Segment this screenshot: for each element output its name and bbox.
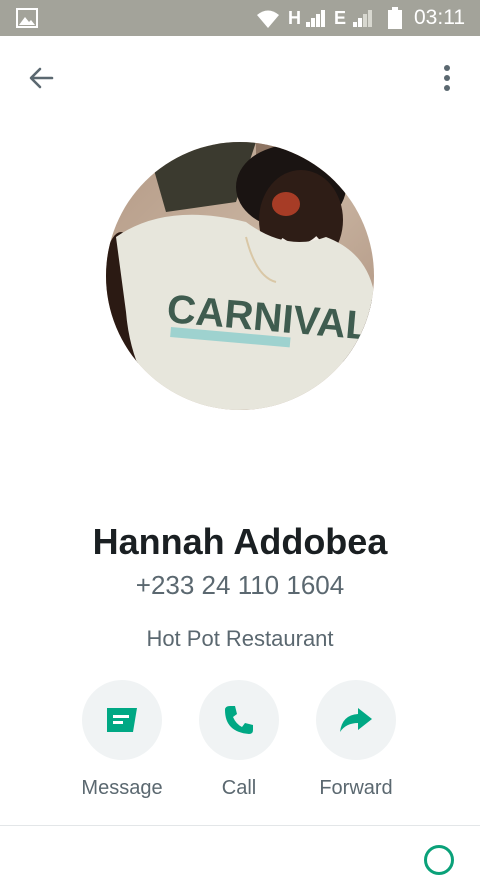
signal-icon bbox=[353, 10, 372, 27]
message-button-circle[interactable] bbox=[82, 680, 162, 760]
network-type-2: E bbox=[334, 8, 347, 28]
contact-name: Hannah Addobea bbox=[92, 521, 388, 562]
forward-label: Forward bbox=[319, 777, 393, 799]
wifi-icon bbox=[257, 10, 279, 28]
battery-icon bbox=[388, 7, 402, 29]
forward-button-circle[interactable] bbox=[316, 680, 396, 760]
message-button[interactable]: Message bbox=[62, 680, 182, 804]
call-button-circle[interactable] bbox=[199, 680, 279, 760]
message-label: Message bbox=[81, 777, 163, 799]
contact-company: Hot Pot Restaurant bbox=[146, 626, 334, 651]
back-arrow-icon[interactable] bbox=[26, 62, 58, 94]
contact-phone[interactable]: +233 24 110 1604 bbox=[0, 568, 480, 602]
network-type-1: H bbox=[288, 8, 301, 28]
call-label: Call bbox=[221, 777, 257, 799]
divider bbox=[0, 825, 480, 826]
clock: 03:11 bbox=[414, 6, 465, 29]
call-button[interactable]: Call bbox=[179, 680, 299, 804]
status-bar: H E 03:11 bbox=[0, 0, 480, 36]
forward-button[interactable]: Forward bbox=[296, 680, 416, 804]
partial-icon bbox=[424, 845, 454, 875]
more-options-icon[interactable] bbox=[434, 62, 460, 94]
profile-photo-image: CARNIVAL bbox=[106, 142, 374, 410]
forward-icon bbox=[340, 708, 372, 732]
message-icon bbox=[107, 708, 137, 732]
phone-icon bbox=[225, 706, 253, 734]
gallery-notification-icon bbox=[16, 8, 38, 28]
profile-photo[interactable]: CARNIVAL bbox=[106, 142, 374, 410]
signal-icon bbox=[306, 10, 325, 27]
